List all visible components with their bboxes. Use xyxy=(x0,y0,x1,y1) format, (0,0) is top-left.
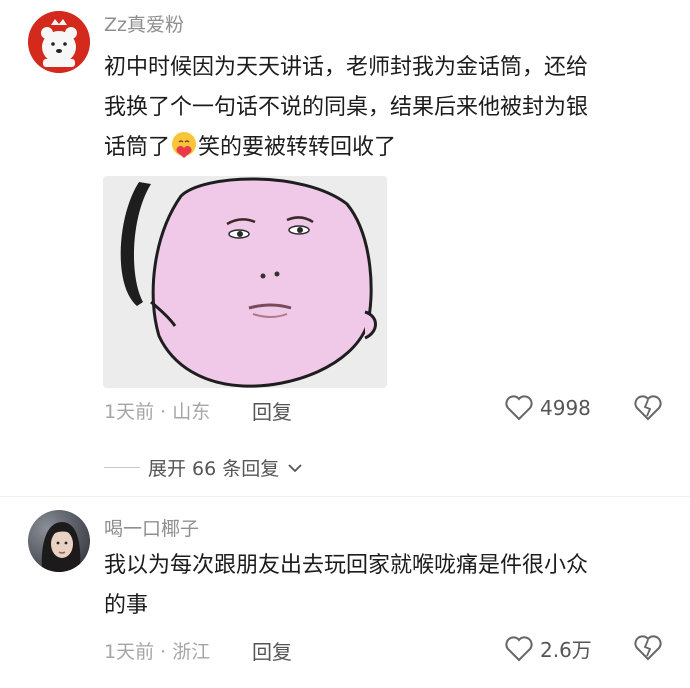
like-button[interactable]: 2.6万 xyxy=(504,634,592,663)
avatar[interactable] xyxy=(28,510,90,572)
comment-line-part: 笑的要被转转回收了 xyxy=(198,135,397,160)
expand-replies[interactable]: 展开 66 条回复 xyxy=(104,454,303,481)
comment-line: 的事 xyxy=(104,593,149,618)
broken-heart-icon xyxy=(634,395,662,421)
username[interactable]: 喝一口椰子 xyxy=(104,514,199,541)
expand-divider-line xyxy=(104,467,140,468)
meme-image[interactable] xyxy=(103,176,387,388)
username[interactable]: Zz真爱粉 xyxy=(104,10,184,37)
dislike-button[interactable] xyxy=(633,634,663,666)
comment-time-location: 1天前 · 浙江 xyxy=(104,641,211,663)
dislike-button[interactable] xyxy=(633,394,663,426)
broken-heart-icon xyxy=(634,635,662,661)
heart-outline-icon xyxy=(505,395,533,421)
comment-line: 我以为每次跟朋友出去玩回家就喉咙痛是件很小众 xyxy=(104,553,589,578)
reply-button[interactable]: 回复 xyxy=(252,636,292,665)
comment-line: 我换了个一句话不说的同桌，结果后来他被封为银 xyxy=(104,95,589,120)
heart-hug-emoji-icon xyxy=(172,132,197,158)
bear-avatar-icon xyxy=(28,11,90,73)
comment-line: 话筒了 笑的要被转转回收了 xyxy=(104,128,588,168)
comment-text: 初中时候因为天天讲话，老师封我为金话筒，还给 我换了个一句话不说的同桌，结果后来… xyxy=(104,48,588,168)
comment-line-part: 话筒了 xyxy=(104,135,171,160)
like-button[interactable]: 4998 xyxy=(504,394,591,422)
like-count: 4998 xyxy=(540,396,591,420)
comment-line: 初中时候因为天天讲话，老师封我为金话筒，还给 xyxy=(104,55,589,80)
expand-replies-label: 展开 66 条回复 xyxy=(148,458,280,480)
reply-button[interactable]: 回复 xyxy=(252,396,292,425)
like-count: 2.6万 xyxy=(540,638,592,662)
heart-outline-icon xyxy=(505,635,533,661)
meme-face-icon xyxy=(103,176,387,388)
user-photo-icon xyxy=(28,510,90,572)
comment-text: 我以为每次跟朋友出去玩回家就喉咙痛是件很小众 的事 xyxy=(104,546,588,626)
comment-time-location: 1天前 · 山东 xyxy=(104,401,211,423)
comment-divider xyxy=(0,496,690,497)
avatar[interactable] xyxy=(28,11,90,73)
chevron-down-icon xyxy=(288,463,302,472)
